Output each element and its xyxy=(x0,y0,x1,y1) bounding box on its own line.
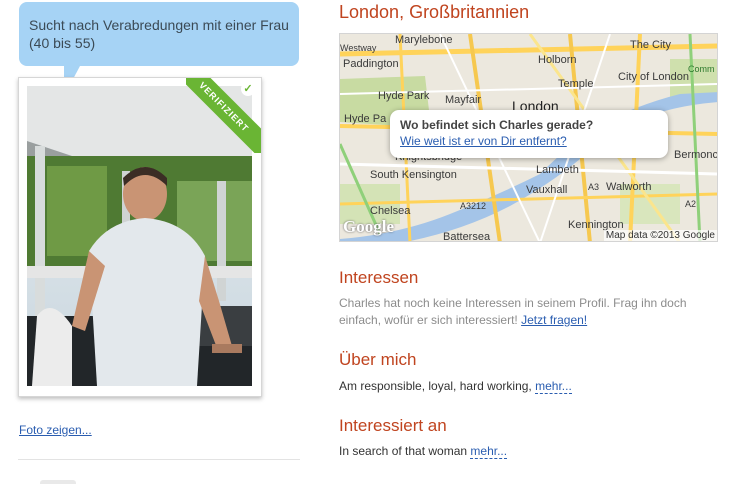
interested-in-line: In search of that woman mehr... xyxy=(339,444,508,459)
interests-text: Charles hat noch keine Interessen in sei… xyxy=(339,296,687,327)
map-label-battersea: Battersea xyxy=(443,231,491,242)
map-popup: Wo befindet sich Charles gerade? Wie wei… xyxy=(390,110,668,158)
about-more-link[interactable]: mehr... xyxy=(535,379,572,394)
map-label-lambeth: Lambeth xyxy=(536,164,579,176)
map-label-comm: Comm xyxy=(688,64,715,74)
map-label-holborn: Holborn xyxy=(538,54,577,66)
map-label-temple: Temple xyxy=(558,78,594,90)
about-text: Am responsible, loyal, hard working, xyxy=(339,379,532,393)
check-icon: ✓ xyxy=(241,82,255,96)
map-label-marylebone: Marylebone xyxy=(395,34,453,46)
interests-title: Interessen xyxy=(339,268,419,287)
map-label-south: South Kensington xyxy=(370,169,457,181)
location-map[interactable]: Marylebone Westway Paddington The City H… xyxy=(339,33,718,242)
about-text-line: Am responsible, loyal, hard working, meh… xyxy=(339,379,572,394)
map-label-the-city: The City xyxy=(630,39,671,51)
ask-now-link[interactable]: Jetzt fragen! xyxy=(521,313,587,327)
location-title: London, Großbritannien xyxy=(339,2,530,22)
verified-ribbon: VERIFIZIERT ✓ xyxy=(186,78,261,153)
distance-link[interactable]: Wie weit ist er von Dir entfernt? xyxy=(400,133,658,149)
google-logo: Google xyxy=(343,217,394,236)
interests-text-block: Charles hat noch keine Interessen in sei… xyxy=(339,295,724,329)
map-label-paddington: Paddington xyxy=(343,58,399,70)
partial-button[interactable] xyxy=(40,480,76,484)
map-label-mayfair: Mayfair xyxy=(445,94,482,106)
left-divider xyxy=(18,459,300,460)
map-label-westway: Westway xyxy=(340,43,377,53)
map-label-walworth: Walworth xyxy=(606,181,652,193)
interested-in-title: Interessiert an xyxy=(339,416,447,435)
map-label-hyde-park: Hyde Park xyxy=(378,90,430,102)
map-label-city-of-london: City of London xyxy=(618,71,689,83)
map-label-a3: A3 xyxy=(588,182,600,192)
looking-for-text: Sucht nach Verabredungen mit einer Frau … xyxy=(29,17,289,51)
map-label-vauxhall: Vauxhall xyxy=(526,184,568,196)
map-attribution: Map data ©2013 Google xyxy=(603,230,717,241)
interested-in-more-link[interactable]: mehr... xyxy=(470,444,508,459)
map-label-a2: A2 xyxy=(685,199,697,209)
map-label-a3212: A3212 xyxy=(460,201,487,211)
map-label-hyde-park-2: Hyde Pa xyxy=(344,113,387,125)
profile-photo-frame[interactable]: VERIFIZIERT ✓ xyxy=(18,77,262,397)
show-photo-link[interactable]: Foto zeigen... xyxy=(19,423,92,437)
map-label-chelsea: Chelsea xyxy=(370,205,411,217)
map-popup-question: Wo befindet sich Charles gerade? xyxy=(400,118,594,132)
about-title: Über mich xyxy=(339,350,417,369)
interested-in-text: In search of that woman xyxy=(339,444,468,458)
map-label-bermond: Bermonc xyxy=(674,149,718,161)
looking-for-bubble: Sucht nach Verabredungen mit einer Frau … xyxy=(19,2,299,66)
